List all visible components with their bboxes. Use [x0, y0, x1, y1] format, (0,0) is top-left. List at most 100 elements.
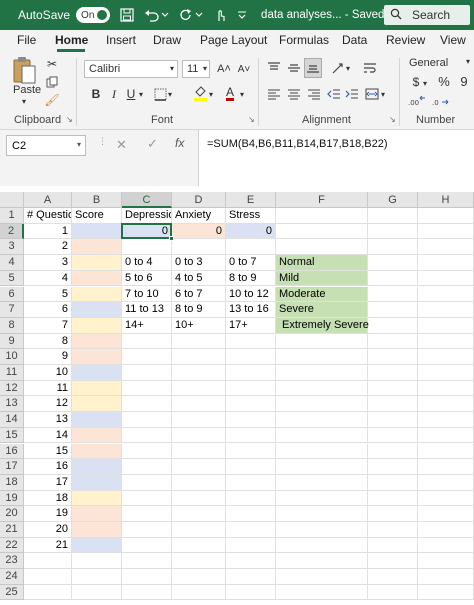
score-input-cell[interactable]	[72, 302, 122, 318]
column-header-d[interactable]: D	[172, 192, 226, 208]
cell-c23[interactable]	[122, 553, 172, 570]
cell-f11[interactable]	[276, 365, 368, 381]
cell-c20[interactable]	[122, 506, 172, 522]
cell-e19[interactable]	[226, 490, 276, 507]
cell-c17[interactable]	[122, 459, 172, 475]
score-input-cell[interactable]	[72, 270, 122, 287]
cell-e18[interactable]	[226, 474, 276, 491]
cell-g13[interactable]	[368, 396, 418, 413]
percent-button[interactable]: %	[436, 73, 452, 89]
row-header-23[interactable]: 23	[0, 553, 24, 570]
cell-e17[interactable]	[226, 459, 276, 475]
touch-mode-icon[interactable]	[212, 7, 228, 23]
cell-d20[interactable]	[172, 506, 226, 522]
row-header-25[interactable]: 25	[0, 584, 24, 601]
orientation-icon[interactable]	[330, 60, 346, 76]
row-header-24[interactable]: 24	[0, 569, 24, 585]
cell-f20[interactable]	[276, 506, 368, 522]
cell-h7[interactable]	[418, 302, 474, 318]
cell-e23[interactable]	[226, 553, 276, 570]
cell-e25[interactable]	[226, 584, 276, 601]
cell-e15[interactable]	[226, 427, 276, 444]
stress-total[interactable]: 0	[226, 223, 276, 240]
cell-d21[interactable]	[172, 522, 226, 538]
score-input-cell[interactable]	[72, 506, 122, 522]
row-header-17[interactable]: 17	[0, 459, 24, 475]
comma-style-button[interactable]: 9	[456, 73, 472, 89]
row-header-14[interactable]: 14	[0, 412, 24, 428]
cell-e22[interactable]	[226, 537, 276, 554]
cell-h15[interactable]	[418, 427, 474, 444]
score-input-cell[interactable]	[72, 365, 122, 381]
cut-icon[interactable]: ✂	[44, 56, 60, 72]
cell-c25[interactable]	[122, 584, 172, 601]
cell-e10[interactable]	[226, 349, 276, 365]
cell-e16[interactable]	[226, 443, 276, 460]
cell-d22[interactable]	[172, 537, 226, 554]
cell-h20[interactable]	[418, 506, 474, 522]
cell-a25[interactable]	[24, 584, 72, 601]
number-format-box[interactable]: General ▾	[405, 54, 474, 72]
cell-e14[interactable]	[226, 412, 276, 428]
cell-h17[interactable]	[418, 459, 474, 475]
score-input-cell[interactable]	[72, 333, 122, 350]
column-header-h[interactable]: H	[418, 192, 474, 208]
chevron-down-icon[interactable]: ▾	[139, 90, 143, 99]
score-input-cell[interactable]	[72, 459, 122, 475]
row-header-7[interactable]: 7	[0, 302, 24, 318]
row-header-21[interactable]: 21	[0, 522, 24, 538]
cell-f23[interactable]	[276, 553, 368, 570]
score-input-cell[interactable]	[72, 474, 122, 491]
italic-button[interactable]: I	[106, 86, 122, 102]
row-header-3[interactable]: 3	[0, 239, 24, 256]
depression-total[interactable]: 0	[122, 223, 172, 240]
chevron-down-icon[interactable]	[195, 7, 203, 23]
score-input-cell[interactable]	[72, 427, 122, 444]
score-input-cell[interactable]	[72, 537, 122, 554]
question-number[interactable]: 14	[24, 427, 72, 444]
currency-button[interactable]: $	[408, 74, 424, 90]
anxiety-range[interactable]: 4 to 5	[172, 270, 226, 287]
column-header-a[interactable]: A	[24, 192, 72, 208]
tab-view[interactable]: View	[440, 33, 466, 47]
cell-f13[interactable]	[276, 396, 368, 413]
enter-icon[interactable]: ✓	[147, 136, 158, 152]
score-input-cell[interactable]	[72, 223, 122, 240]
row-header-5[interactable]: 5	[0, 270, 24, 287]
font-size-box[interactable]: 11 ▾	[182, 60, 210, 78]
score-input-cell[interactable]	[72, 396, 122, 413]
cell-h6[interactable]	[418, 286, 474, 303]
increase-decimal-icon[interactable]: .00	[408, 94, 426, 110]
cell-f10[interactable]	[276, 349, 368, 365]
cell-g19[interactable]	[368, 490, 418, 507]
cell-f12[interactable]	[276, 380, 368, 397]
depression-range[interactable]: 5 to 6	[122, 270, 172, 287]
align-left-icon[interactable]	[266, 86, 282, 102]
borders-icon[interactable]	[152, 86, 168, 102]
tab-insert[interactable]: Insert	[106, 33, 136, 47]
question-number[interactable]: 16	[24, 459, 72, 475]
question-number[interactable]: 5	[24, 286, 72, 303]
cell-c15[interactable]	[122, 427, 172, 444]
anxiety-total[interactable]: 0	[172, 223, 226, 240]
fill-color-icon[interactable]	[192, 85, 208, 101]
question-number[interactable]: 12	[24, 396, 72, 413]
cell-c21[interactable]	[122, 522, 172, 538]
cell-c13[interactable]	[122, 396, 172, 413]
row-header-20[interactable]: 20	[0, 506, 24, 522]
cell-e11[interactable]	[226, 365, 276, 381]
cell-f17[interactable]	[276, 459, 368, 475]
cell-g4[interactable]	[368, 255, 418, 271]
column-header-f[interactable]: F	[276, 192, 368, 208]
font-name-box[interactable]: Calibri ▾	[84, 60, 178, 78]
align-bottom-icon[interactable]	[304, 58, 322, 78]
redo-icon[interactable]	[178, 7, 194, 23]
row-header-2[interactable]: 2	[0, 223, 24, 240]
tab-review[interactable]: Review	[386, 33, 425, 47]
header-questions[interactable]: # Questions	[24, 208, 72, 224]
stress-range[interactable]: 0 to 7	[226, 255, 276, 271]
cell-g11[interactable]	[368, 365, 418, 381]
severity-label[interactable]: Normal	[276, 255, 368, 271]
cell-d14[interactable]	[172, 412, 226, 428]
tab-page-layout[interactable]: Page Layout	[200, 33, 267, 47]
